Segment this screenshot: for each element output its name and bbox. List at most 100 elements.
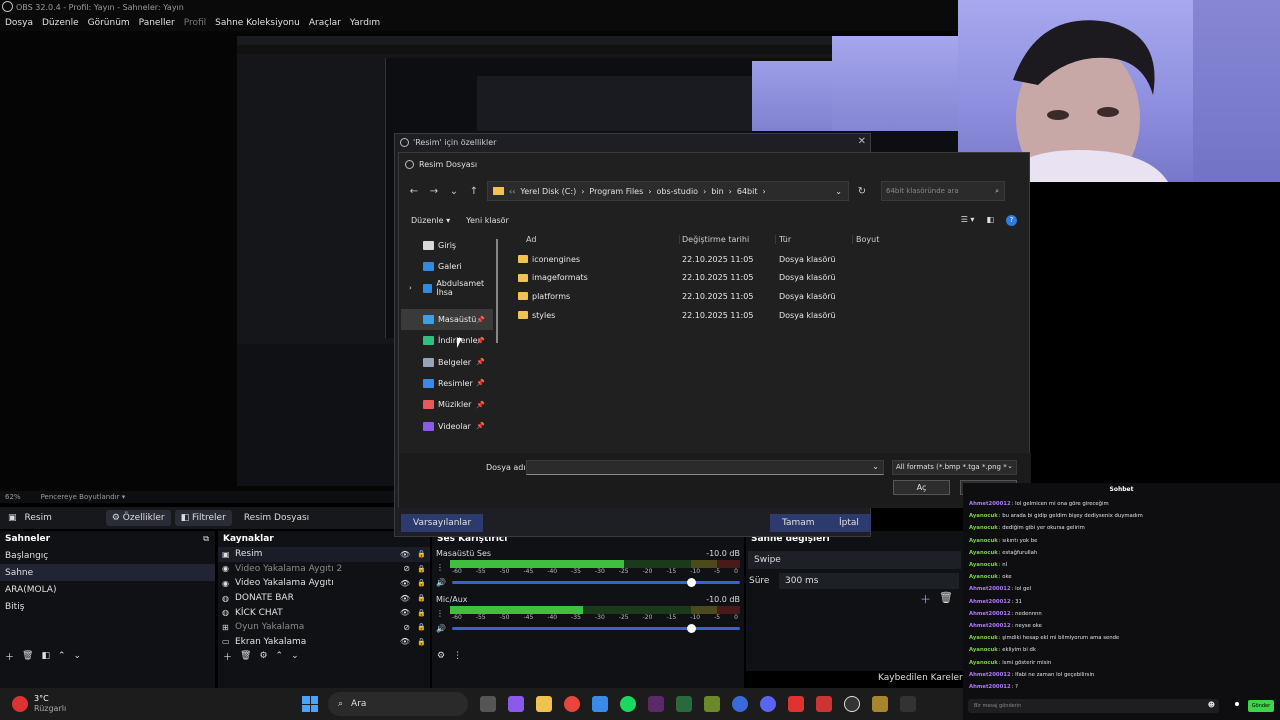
- file-explorer-icon[interactable]: [536, 696, 552, 712]
- menu-tools[interactable]: Araçlar: [309, 18, 341, 28]
- source-item[interactable]: ◉ Video Yakalama Aygıtı 👁 🔒: [218, 576, 430, 591]
- lock-icon[interactable]: 🔒: [417, 609, 426, 617]
- close-icon[interactable]: ✕: [858, 136, 866, 147]
- chevron-down-icon[interactable]: ⌄: [872, 462, 879, 471]
- visibility-icon[interactable]: 👁: [400, 579, 410, 588]
- filter-icon[interactable]: ◧: [41, 651, 50, 661]
- visibility-icon[interactable]: 👁: [400, 637, 410, 646]
- volume-slider[interactable]: [451, 624, 740, 633]
- pin-icon[interactable]: 📌: [476, 401, 485, 409]
- menu-scene-collection[interactable]: Sahne Koleksiyonu: [215, 18, 300, 28]
- settings-dot-icon[interactable]: [1235, 702, 1239, 706]
- breadcrumb-item[interactable]: 64bit: [737, 187, 758, 196]
- windows-start-icon[interactable]: [302, 696, 318, 712]
- forward-arrow-icon[interactable]: →: [427, 186, 441, 197]
- lock-icon[interactable]: 🔒: [417, 638, 426, 646]
- spotify-icon[interactable]: [620, 696, 636, 712]
- pin-icon[interactable]: 📌: [476, 337, 485, 345]
- menu-profile[interactable]: Profil: [184, 18, 206, 28]
- sidebar-item[interactable]: İndirilenler 📌: [401, 330, 493, 351]
- column-size[interactable]: Boyut: [852, 234, 902, 244]
- chat-username[interactable]: Ayanocuk: [969, 562, 998, 568]
- obs-icon[interactable]: [844, 696, 860, 712]
- chrome-icon[interactable]: [564, 696, 580, 712]
- chat-username[interactable]: Ayanocuk: [969, 574, 998, 580]
- weather-widget[interactable]: 3°C Rüzgarlı: [12, 694, 302, 714]
- chat-username[interactable]: Ahmet200012: [969, 611, 1011, 617]
- file-row[interactable]: styles 22.10.2025 11:05 Dosya klasörü: [511, 306, 1026, 325]
- chat-username[interactable]: Ayanocuk: [969, 660, 998, 666]
- lock-icon[interactable]: 🔒: [417, 565, 426, 573]
- chevron-down-icon[interactable]: ⌄: [447, 186, 461, 197]
- chat-input[interactable]: Bir mesaj gönderin ☻: [968, 699, 1219, 713]
- add-icon[interactable]: ＋: [5, 650, 14, 663]
- chat-username[interactable]: Ayanocuk: [969, 635, 998, 641]
- menu-file[interactable]: Dosya: [5, 18, 33, 28]
- store-icon[interactable]: [592, 696, 608, 712]
- sidebar-item[interactable]: Belgeler 📌: [401, 351, 493, 372]
- up-arrow-icon[interactable]: ↑: [467, 186, 481, 197]
- slider-knob[interactable]: [687, 578, 697, 587]
- chevron-up-icon[interactable]: ⌃: [276, 651, 284, 661]
- app-icon[interactable]: [676, 696, 692, 712]
- pin-icon[interactable]: 📌: [476, 379, 485, 387]
- valorant-icon[interactable]: [900, 696, 916, 712]
- refresh-icon[interactable]: ↻: [855, 186, 869, 197]
- duration-input[interactable]: 300 ms: [779, 573, 959, 589]
- source-item[interactable]: ⊞ Oyun Yakalama ⊘ 🔒: [218, 620, 430, 635]
- discord-icon[interactable]: [760, 696, 776, 712]
- trash-icon[interactable]: 🗑: [240, 651, 251, 661]
- visibility-icon[interactable]: ⊘: [403, 564, 410, 573]
- sidebar-item[interactable]: Galeri: [401, 256, 493, 277]
- trash-icon[interactable]: 🗑: [939, 591, 953, 607]
- back-arrow-icon[interactable]: ←: [407, 186, 421, 197]
- sidebar-item[interactable]: Giriş: [401, 235, 493, 256]
- more-icon[interactable]: ⋮: [436, 609, 444, 618]
- breadcrumb-item[interactable]: bin: [711, 187, 723, 196]
- breadcrumb-item[interactable]: Program Files: [589, 187, 643, 196]
- sidebar-item[interactable]: Masaüstü 📌: [401, 308, 493, 331]
- open-button[interactable]: Aç: [893, 480, 950, 495]
- zoom-level[interactable]: 62%: [5, 493, 21, 501]
- scene-item[interactable]: Bitiş: [0, 598, 215, 615]
- more-icon[interactable]: ⋮: [436, 563, 444, 572]
- lock-icon[interactable]: 🔒: [417, 623, 426, 631]
- chat-username[interactable]: Ayanocuk: [969, 538, 998, 544]
- help-icon[interactable]: ?: [1006, 214, 1017, 226]
- menu-edit[interactable]: Düzenle: [42, 18, 79, 28]
- trash-icon[interactable]: 🗑: [22, 651, 33, 661]
- advanced-audio-icon[interactable]: ⚙: [437, 651, 445, 661]
- transition-type-dropdown[interactable]: Swipe: [748, 551, 961, 569]
- chat-username[interactable]: Ahmet200012: [969, 623, 1011, 629]
- breadcrumb-item[interactable]: Yerel Disk (C:): [520, 187, 576, 196]
- add-transition-icon[interactable]: ＋: [920, 591, 931, 607]
- address-bar[interactable]: ‹‹ Yerel Disk (C:) › Program Files › obs-s…: [487, 181, 849, 201]
- taskbar-search[interactable]: ⌕ Ara: [328, 692, 468, 716]
- lock-icon[interactable]: 🔒: [417, 550, 426, 558]
- qbittorrent-icon[interactable]: [732, 696, 748, 712]
- chat-username[interactable]: Ahmet200012: [969, 586, 1011, 592]
- breadcrumb-item[interactable]: obs-studio: [656, 187, 698, 196]
- sidebar-scrollbar[interactable]: [496, 239, 498, 343]
- copilot-icon[interactable]: [508, 696, 524, 712]
- defaults-button[interactable]: Varsayılanlar: [401, 514, 484, 532]
- sidebar-item[interactable]: Müzikler 📌: [401, 394, 493, 415]
- pin-icon[interactable]: 📌: [476, 358, 485, 366]
- lock-icon[interactable]: 🔒: [417, 579, 426, 587]
- lock-icon[interactable]: 🔒: [417, 594, 426, 602]
- chevron-right-icon[interactable]: ›: [409, 284, 412, 292]
- send-button[interactable]: Gönder: [1248, 700, 1274, 712]
- new-folder-button[interactable]: Yeni klasör: [466, 216, 509, 225]
- speaker-icon[interactable]: 🔊: [436, 624, 446, 633]
- add-icon[interactable]: ＋: [223, 650, 232, 663]
- chat-username[interactable]: Ayanocuk: [969, 647, 998, 653]
- filename-input[interactable]: ⌄: [526, 460, 884, 475]
- dock-menu-icon[interactable]: ⧉: [203, 534, 209, 544]
- file-row[interactable]: iconengines 22.10.2025 11:05 Dosya klasö…: [511, 250, 1026, 269]
- chat-username[interactable]: Ayanocuk: [969, 513, 998, 519]
- menu-view[interactable]: Görünüm: [88, 18, 130, 28]
- chevron-down-icon[interactable]: ⌄: [291, 651, 299, 661]
- source-item[interactable]: ◍ KİCK CHAT 👁 🔒: [218, 605, 430, 620]
- source-item[interactable]: ▭ Ekran Yakalama 👁 🔒: [218, 635, 430, 650]
- properties-button[interactable]: ⚙ Özellikler: [105, 510, 171, 526]
